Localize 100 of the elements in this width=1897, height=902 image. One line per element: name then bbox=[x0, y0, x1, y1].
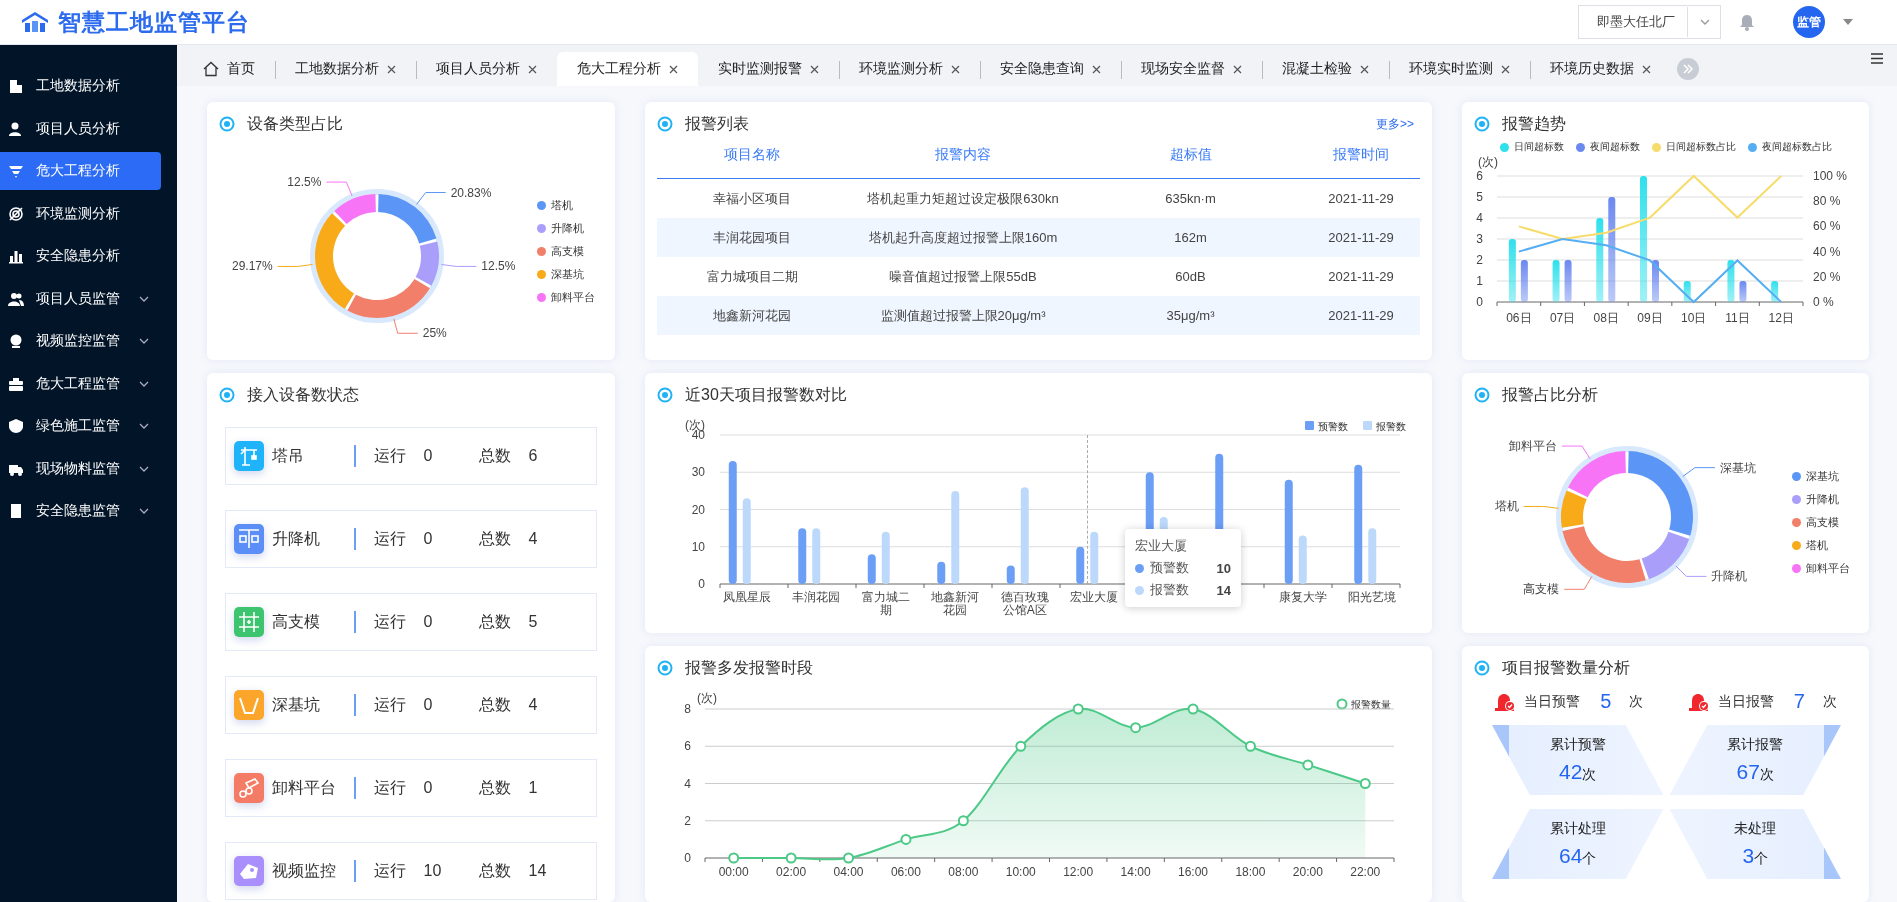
close-icon[interactable] bbox=[1233, 64, 1242, 74]
stat-unit: 个 bbox=[1754, 850, 1769, 868]
device-name: 卸料平台 bbox=[272, 777, 337, 798]
tab[interactable]: 工地数据分析 bbox=[275, 52, 416, 86]
chevron-icon bbox=[139, 295, 149, 302]
user-avatar[interactable]: 监管 bbox=[1793, 6, 1825, 38]
tab[interactable]: 实时监测报警 bbox=[698, 52, 839, 86]
tooltip-title: 宏业大厦 bbox=[1135, 537, 1188, 555]
sidebar-item[interactable]: 危大工程监管 bbox=[0, 364, 161, 403]
axis-label: 阳光艺境 bbox=[1348, 590, 1397, 604]
status-label: 总数 bbox=[478, 611, 512, 632]
axis-label: 富力城二期 bbox=[861, 590, 910, 617]
chart-point bbox=[1130, 722, 1142, 734]
status-value: 0 bbox=[423, 613, 434, 631]
tab[interactable]: 现场安全监督 bbox=[1121, 52, 1262, 86]
chart-point bbox=[843, 852, 855, 864]
stat-label: 当日报警 bbox=[1717, 692, 1774, 711]
status-label: 运行 bbox=[373, 445, 407, 466]
axis-label: 丰润花园 bbox=[792, 590, 841, 604]
axis-tick: 8 bbox=[684, 702, 691, 716]
axis-label: 凤凰星辰 bbox=[722, 590, 771, 604]
tooltip-label: 报警数 bbox=[1150, 581, 1190, 599]
tab[interactable]: 环境历史数据 bbox=[1530, 52, 1671, 86]
close-icon[interactable] bbox=[951, 64, 960, 74]
card-title: 报警多发报警时段 bbox=[685, 657, 813, 678]
stat-label: 累计处理 bbox=[1549, 820, 1606, 838]
card-title: 设备类型占比 bbox=[247, 113, 343, 134]
sidebar-item[interactable]: 视频监控监管 bbox=[0, 322, 161, 360]
table-cell-text: 162m bbox=[1173, 230, 1208, 245]
sidebar-item[interactable]: 危大工程分析 bbox=[0, 152, 161, 190]
target-icon bbox=[657, 660, 673, 676]
axis-label: 宏业大厦 bbox=[1070, 590, 1119, 604]
sidebar-item[interactable]: 绿色施工监管 bbox=[0, 407, 161, 445]
table-cell-text: 2021-11-29 bbox=[1327, 230, 1395, 245]
chart-label: 深基坑 bbox=[1719, 460, 1756, 475]
tab[interactable]: 危大工程分析 bbox=[557, 52, 698, 86]
tab[interactable]: 首页 bbox=[183, 52, 275, 86]
caret-icon[interactable] bbox=[1843, 19, 1853, 25]
sidebar-item[interactable]: 安全隐患监管 bbox=[0, 492, 161, 530]
tab[interactable]: 安全隐患查询 bbox=[980, 52, 1121, 86]
close-icon[interactable] bbox=[1501, 64, 1510, 74]
axis-tick: 0 bbox=[698, 577, 705, 591]
axis-unit: (次) bbox=[685, 418, 705, 432]
legend-label: 塔机 bbox=[1806, 537, 1828, 553]
chart-label: 20.83% bbox=[450, 185, 492, 200]
sidebar-item[interactable]: 工地数据分析 bbox=[0, 67, 161, 105]
close-icon[interactable] bbox=[1092, 64, 1101, 74]
axis-tick: 10 bbox=[691, 539, 705, 554]
legend-label: 升降机 bbox=[551, 220, 584, 236]
card-title: 报警列表 bbox=[685, 113, 749, 134]
axis-label: 08:00 bbox=[948, 865, 979, 879]
sidebar-item[interactable]: 项目人员监管 bbox=[0, 279, 161, 318]
stat-value: 67 bbox=[1736, 760, 1760, 784]
table-cell-text: 地鑫新河花园 bbox=[712, 306, 792, 325]
axis-label: 德百玫瑰公馆A区 bbox=[1000, 590, 1049, 617]
axis-label: 20:00 bbox=[1292, 865, 1323, 879]
table-cell-text: 2021-11-29 bbox=[1327, 308, 1395, 323]
menu-icon[interactable] bbox=[1871, 53, 1883, 64]
tooltip-value: 14 bbox=[1216, 582, 1231, 598]
sidebar-item[interactable]: 安全隐患分析 bbox=[0, 237, 161, 275]
stat-label: 累计预警 bbox=[1549, 736, 1606, 754]
site-select[interactable]: 即墨大任北厂 bbox=[1578, 5, 1721, 39]
sidebar-item[interactable]: 环境监测分析 bbox=[0, 194, 161, 233]
status-value: 5 bbox=[528, 613, 539, 631]
axis-label: 00:00 bbox=[718, 865, 749, 879]
tab[interactable]: 混凝土检验 bbox=[1262, 52, 1389, 86]
leader-line bbox=[277, 264, 314, 267]
chart-label: 12.5% bbox=[481, 259, 516, 274]
tab[interactable]: 环境监测分析 bbox=[839, 52, 980, 86]
axis-label: 18:00 bbox=[1235, 865, 1266, 879]
status-label: 总数 bbox=[478, 694, 512, 715]
close-icon[interactable] bbox=[1360, 64, 1369, 74]
card-title: 项目报警数量分析 bbox=[1502, 657, 1630, 678]
axis-label: 14:00 bbox=[1120, 865, 1151, 879]
chevron-icon bbox=[139, 380, 149, 387]
chart-label: 12.5% bbox=[287, 175, 322, 190]
sidebar-item[interactable]: 项目人员分析 bbox=[0, 109, 161, 148]
alarm-light-icon bbox=[1494, 691, 1517, 712]
stat-unit: 次 bbox=[1759, 766, 1774, 784]
axis-label: 地鑫新河花园 bbox=[931, 590, 980, 617]
axis-tick: 6 bbox=[684, 739, 691, 754]
close-icon[interactable] bbox=[810, 64, 819, 74]
close-icon[interactable] bbox=[528, 64, 537, 74]
axis-label: 12:00 bbox=[1063, 865, 1094, 879]
status-label: 总数 bbox=[478, 860, 512, 881]
axis-tick: 2 bbox=[1476, 253, 1483, 267]
tooltip-label: 预警数 bbox=[1150, 559, 1190, 577]
close-icon[interactable] bbox=[387, 64, 396, 74]
chart-label: 高支模 bbox=[1523, 582, 1560, 597]
chart-point bbox=[1015, 740, 1027, 752]
close-icon[interactable] bbox=[1642, 64, 1651, 74]
sidebar-item[interactable]: 现场物料监管 bbox=[0, 449, 161, 488]
status-value: 0 bbox=[423, 447, 434, 465]
legend-label: 预警数 bbox=[1318, 421, 1348, 432]
status-label: 总数 bbox=[478, 528, 512, 549]
tab[interactable]: 项目人员分析 bbox=[416, 52, 557, 86]
more-link[interactable]: 更多>> bbox=[1376, 115, 1414, 133]
status-label: 总数 bbox=[478, 777, 512, 798]
tab[interactable]: 环境实时监测 bbox=[1389, 52, 1530, 86]
close-icon[interactable] bbox=[669, 64, 678, 74]
